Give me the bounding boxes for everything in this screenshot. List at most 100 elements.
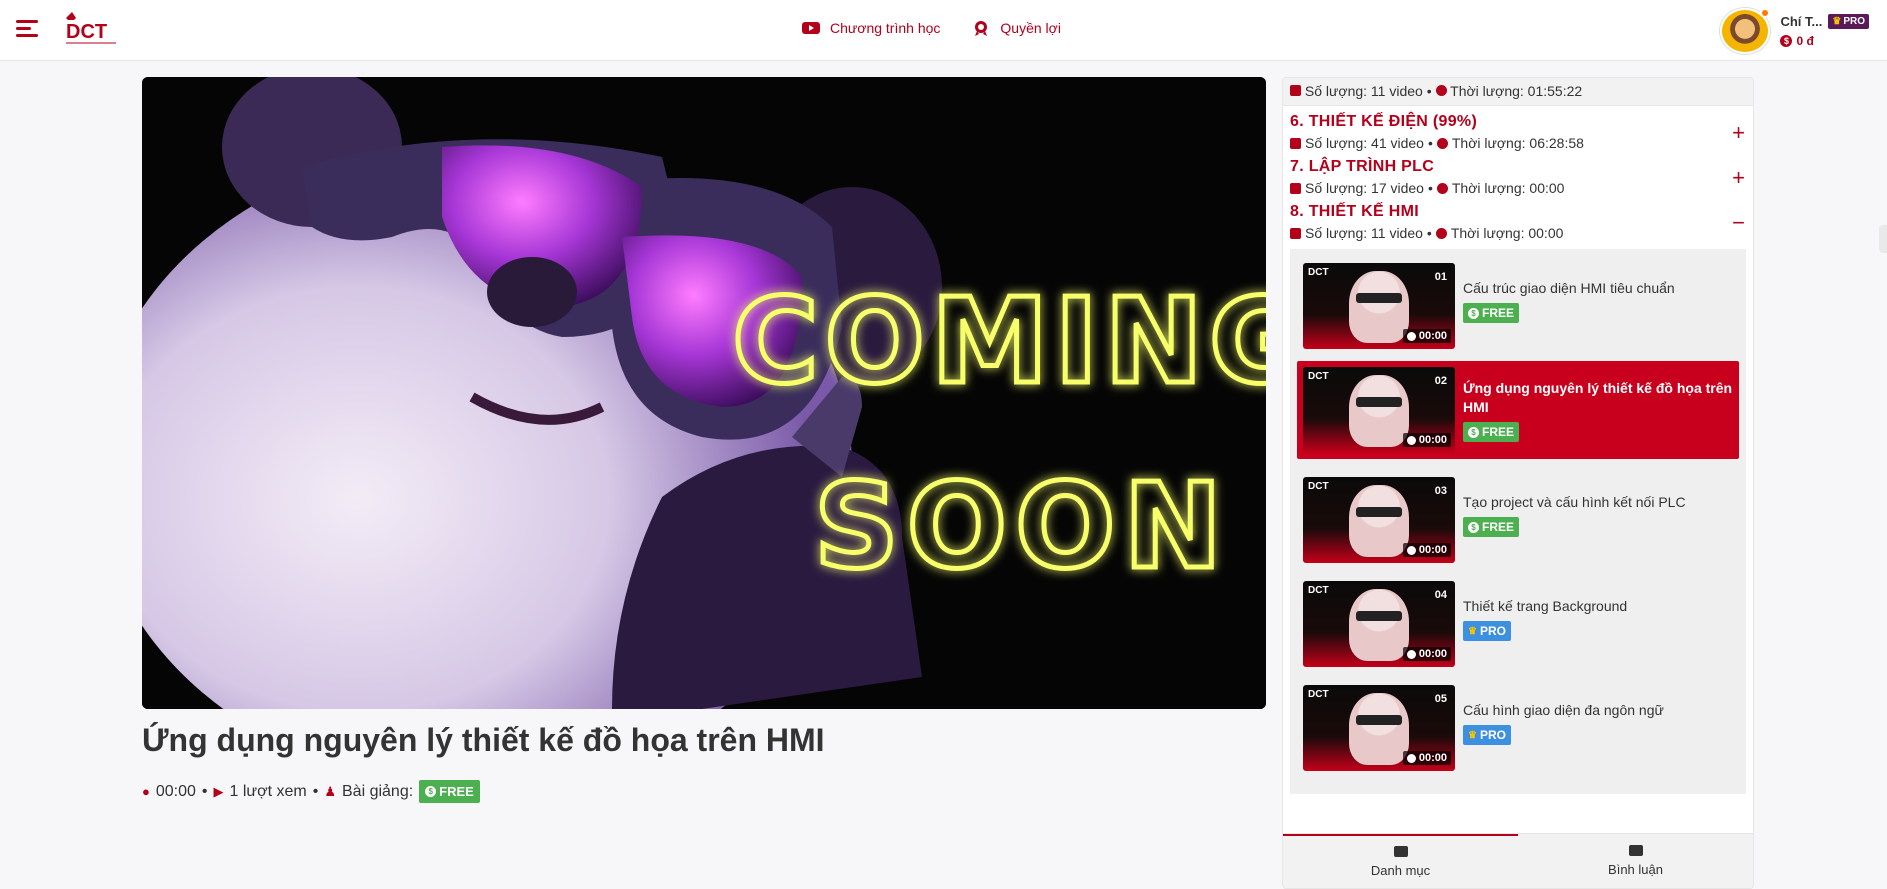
- video-player[interactable]: COMING SOON: [142, 77, 1266, 709]
- section-8[interactable]: 8. THIẾT KẾ HMI Số lượng: 11 video • Thờ…: [1283, 196, 1753, 241]
- pro-badge-label: PRO: [1843, 16, 1865, 27]
- section-duration: Thời lượng: 01:55:22: [1450, 83, 1583, 99]
- video-count-icon: [1290, 85, 1301, 96]
- clock-icon: [1406, 545, 1416, 555]
- tab-catalog[interactable]: Danh mục: [1283, 834, 1518, 888]
- lesson-label: Bài giảng:: [342, 782, 414, 800]
- clock-icon: [1406, 753, 1416, 763]
- sidebar-tabs: Danh mục Bình luận: [1283, 833, 1753, 888]
- lesson-number: 03: [1434, 485, 1447, 497]
- lesson-thumbnail: DCT 04 00:00: [1303, 581, 1455, 667]
- tab-catalog-label: Danh mục: [1370, 863, 1431, 878]
- badge-label: FREE: [1482, 520, 1515, 534]
- clock-icon: [1435, 227, 1447, 239]
- section-count: Số lượng: 11 video: [1304, 83, 1423, 99]
- side-panel-handle[interactable]: [1879, 225, 1887, 253]
- coin-icon: $: [1468, 307, 1479, 319]
- poster-line-1: COMING: [732, 272, 1266, 410]
- teacher-icon: ♟: [324, 783, 336, 799]
- clock-icon: ●: [142, 784, 150, 799]
- lesson-thumbnail: DCT 05 00:00: [1303, 685, 1455, 771]
- crown-icon: ♛: [1468, 729, 1477, 741]
- avatar[interactable]: [1720, 8, 1771, 54]
- nav-curriculum[interactable]: Chương trình học: [802, 20, 940, 36]
- menu-icon[interactable]: [16, 20, 38, 38]
- section-6[interactable]: 6. THIẾT KẾ ĐIỆN (99%) Số lượng: 41 vide…: [1283, 106, 1753, 151]
- notification-dot: [1760, 8, 1771, 18]
- section-title: 7. LẬP TRÌNH PLC: [1290, 158, 1435, 175]
- poster-line-2: SOON: [814, 457, 1230, 595]
- lesson-number: 05: [1434, 693, 1447, 705]
- lesson-title: Tạo project và cấu hình kết nối PLC: [1463, 494, 1686, 510]
- nav-benefits-label: Quyền lợi: [1000, 20, 1061, 36]
- lesson-duration: 00:00: [1418, 648, 1447, 660]
- lesson-duration: 00:00: [1418, 330, 1447, 342]
- separator-dot: •: [312, 782, 319, 800]
- video-count-icon: [1290, 182, 1301, 194]
- lesson-item-active[interactable]: DCT 02 00:00 Ứng dụng nguyên lý thiết kế đ…: [1297, 361, 1739, 459]
- coming-soon-poster: COMING SOON: [142, 77, 1266, 709]
- award-icon: [975, 21, 988, 36]
- user-profile[interactable]: Chí T... ♛ PRO $ 0 đ: [1720, 8, 1869, 54]
- lesson-title: Cấu hình giao diện đa ngôn ngữ: [1463, 702, 1664, 718]
- lesson-title: Thiết kế trang Background: [1463, 598, 1628, 614]
- expand-icon[interactable]: +: [1732, 122, 1745, 144]
- clock-icon: [1406, 649, 1416, 659]
- clock-icon: [1436, 137, 1448, 149]
- badge-label: FREE: [1482, 425, 1515, 439]
- crown-icon: ♛: [1832, 16, 1842, 27]
- lesson-item[interactable]: DCT 05 00:00 Cấu hình giao diện đa ngôn ng…: [1290, 685, 1746, 789]
- coin-icon: $: [1780, 35, 1793, 47]
- tab-comments-label: Bình luận: [1608, 862, 1663, 877]
- free-badge: $ FREE: [1463, 517, 1520, 537]
- wallet-balance: $ 0 đ: [1780, 34, 1869, 48]
- badge-label: PRO: [1479, 728, 1506, 742]
- collapse-icon[interactable]: −: [1732, 212, 1745, 234]
- section-count: Số lượng: 17 video: [1305, 180, 1424, 196]
- badge-label: PRO: [1479, 624, 1506, 638]
- play-square-icon: [1393, 846, 1408, 857]
- coin-icon: $: [425, 786, 437, 797]
- lesson-thumbnail: DCT 03 00:00: [1303, 477, 1455, 563]
- lesson-title: Cấu trúc giao diện HMI tiêu chuẩn: [1463, 280, 1675, 296]
- coin-icon: $: [1468, 426, 1479, 438]
- lesson-item[interactable]: DCT 04 00:00 Thiết kế trang Background ♛ PRO: [1290, 581, 1746, 685]
- course-sidebar: Số lượng: 11 video • Thời lượng: 01:55:2…: [1282, 77, 1754, 889]
- pro-badge: ♛ PRO: [1463, 621, 1511, 641]
- expand-icon[interactable]: +: [1732, 167, 1745, 189]
- video-meta: ● 00:00 • ▶ 1 lượt xem • ♟ Bài giảng: $ F…: [142, 780, 480, 803]
- lesson-item[interactable]: DCT 01 00:00 Cấu trúc giao diện HMI tiêu c…: [1290, 263, 1746, 367]
- lesson-number: 02: [1434, 375, 1447, 387]
- lesson-item[interactable]: DCT 03 00:00 Tạo project và cấu hình kết n…: [1290, 477, 1746, 581]
- video-duration: 00:00: [155, 782, 196, 800]
- clock-icon: [1406, 331, 1416, 341]
- clock-icon: [1406, 435, 1416, 445]
- badge-label: FREE: [1482, 306, 1515, 320]
- dct-logo[interactable]: DCT: [62, 10, 120, 48]
- video-count-icon: [1290, 227, 1301, 239]
- section-count: Số lượng: 11 video: [1305, 225, 1423, 241]
- crown-icon: ♛: [1468, 625, 1477, 637]
- separator-dot: •: [201, 782, 208, 800]
- lesson-number: 01: [1434, 271, 1447, 283]
- lesson-duration: 00:00: [1418, 544, 1447, 556]
- section-duration: Thời lượng: 06:28:58: [1451, 135, 1584, 151]
- free-badge: $ FREE: [419, 780, 480, 803]
- play-icon: ▶: [213, 783, 224, 799]
- pro-badge: ♛ PRO: [1828, 14, 1869, 29]
- lesson-title: Ứng dụng nguyên lý thiết kế đồ họa trên …: [1463, 380, 1733, 415]
- clock-icon: [1436, 182, 1448, 194]
- tab-comments[interactable]: Bình luận: [1518, 834, 1753, 888]
- video-views: 1 lượt xem: [229, 782, 307, 800]
- nav-benefits[interactable]: Quyền lợi: [972, 20, 1061, 36]
- video-title: Ứng dụng nguyên lý thiết kế đồ họa trên …: [142, 722, 825, 758]
- section-7[interactable]: 7. LẬP TRÌNH PLC Số lượng: 17 video • Th…: [1283, 151, 1753, 196]
- lesson-number: 04: [1434, 589, 1447, 601]
- free-badge: $ FREE: [1463, 422, 1520, 442]
- lesson-duration: 00:00: [1418, 434, 1447, 446]
- pro-badge: ♛ PRO: [1463, 725, 1511, 745]
- free-badge-label: FREE: [439, 784, 474, 799]
- section-count: Số lượng: 41 video: [1305, 135, 1424, 151]
- section-duration: Thời lượng: 00:00: [1450, 225, 1564, 241]
- section-title: 6. THIẾT KẾ ĐIỆN (99%): [1290, 113, 1478, 130]
